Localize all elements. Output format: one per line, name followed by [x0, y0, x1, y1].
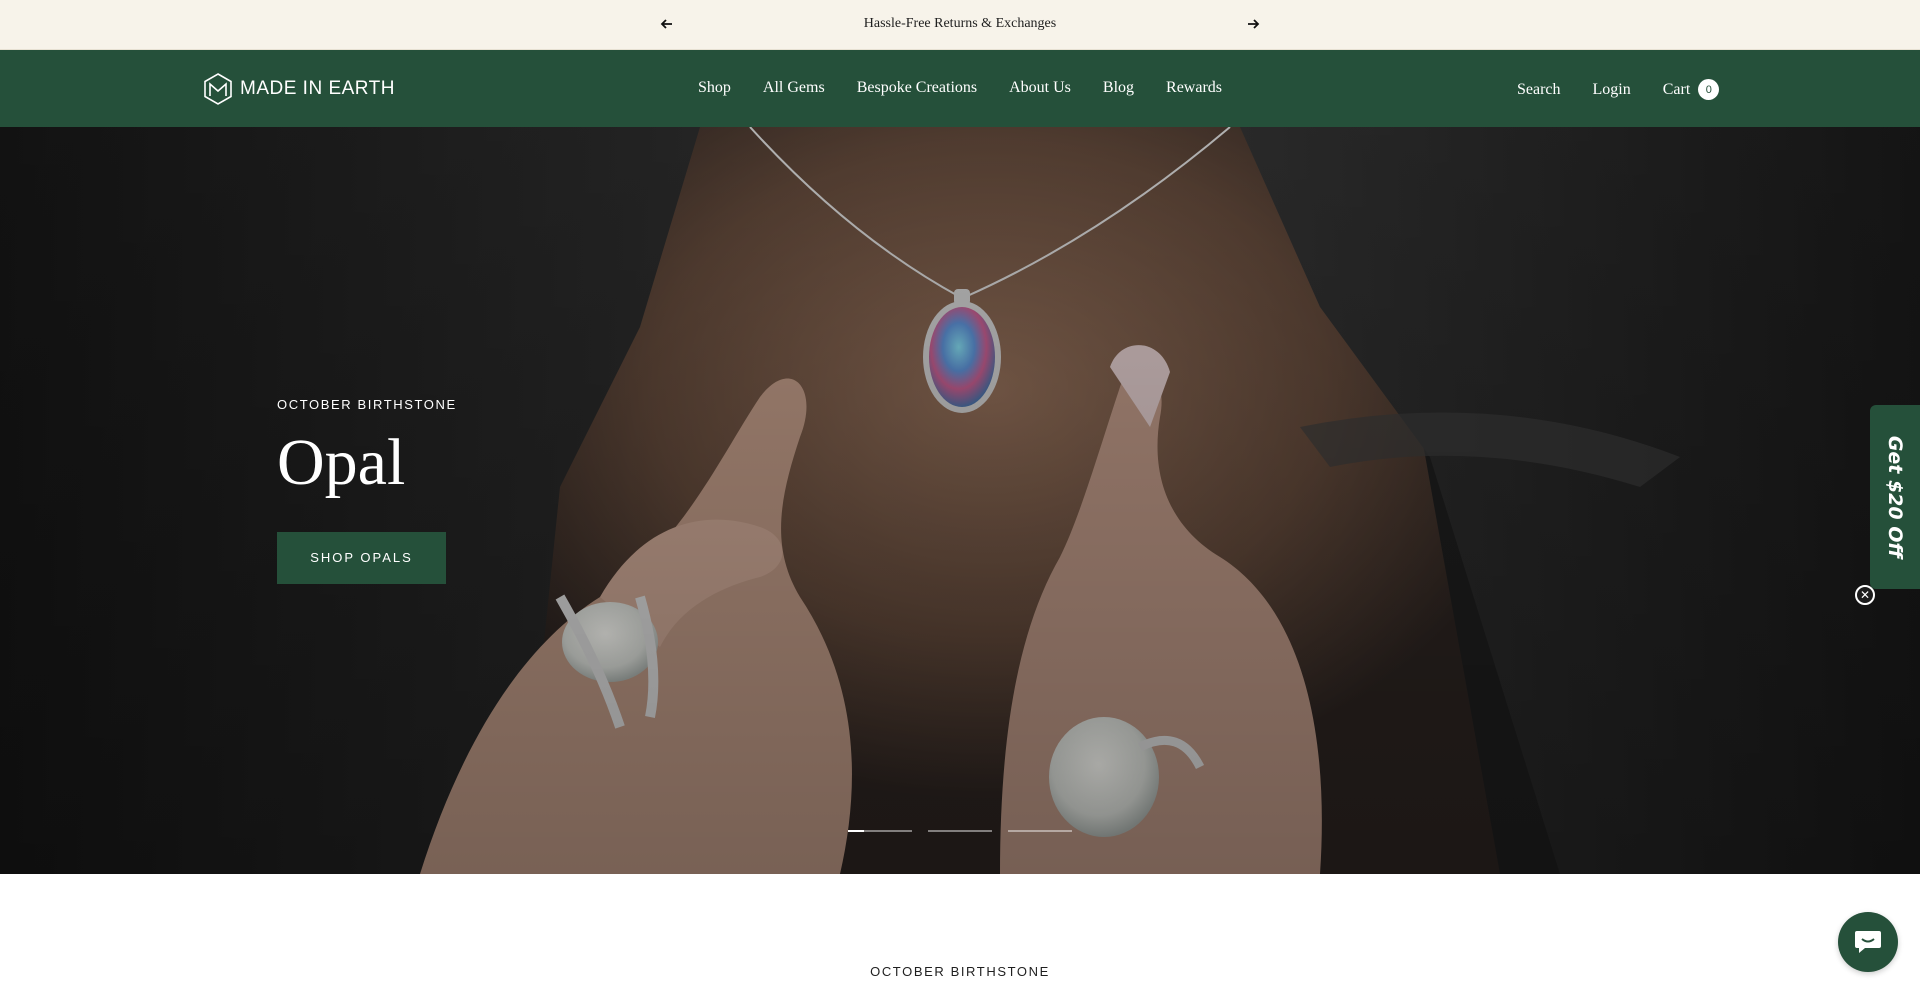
logo[interactable]: MADE IN EARTH — [204, 72, 395, 106]
cart-label: Cart — [1662, 80, 1691, 98]
section-eyebrow: OCTOBER BIRTHSTONE — [870, 964, 1050, 979]
header-actions: Search Login Cart 0 — [1517, 79, 1720, 100]
slide-indicator-1[interactable] — [848, 830, 912, 832]
close-icon[interactable]: ✕ — [1855, 585, 1875, 605]
cart-link[interactable]: Cart 0 — [1663, 79, 1720, 100]
hero-title: Opal — [277, 426, 406, 499]
nav-item-shop[interactable]: Shop — [698, 79, 731, 97]
arrow-left-icon[interactable] — [659, 16, 675, 32]
logo-mark-icon — [204, 73, 232, 105]
hero-slideshow: OCTOBER BIRTHSTONE Opal SHOP OPALS — [0, 127, 1920, 874]
hero-content: OCTOBER BIRTHSTONE Opal SHOP OPALS — [277, 397, 457, 584]
logo-text: MADE IN EARTH — [240, 78, 396, 99]
chat-button[interactable] — [1838, 912, 1898, 972]
search-link[interactable]: Search — [1517, 81, 1561, 99]
nav-item-about-us[interactable]: About Us — [1009, 79, 1071, 97]
nav-item-bespoke-creations[interactable]: Bespoke Creations — [857, 79, 977, 97]
slide-indicator-3[interactable] — [1008, 830, 1072, 832]
announcement-message: Hassle-Free Returns & Exchanges — [863, 16, 1057, 31]
main-nav: Shop All Gems Bespoke Creations About Us… — [698, 79, 1222, 97]
announcement-bar: Hassle-Free Returns & Exchanges — [0, 0, 1920, 50]
nav-item-all-gems[interactable]: All Gems — [763, 79, 825, 97]
hero-eyebrow: OCTOBER BIRTHSTONE — [277, 397, 457, 412]
chat-icon — [1855, 931, 1881, 953]
discount-tab[interactable]: Get $20 Off — [1870, 405, 1920, 589]
cart-count-badge: 0 — [1698, 79, 1720, 100]
discount-tab-label: Get $20 Off — [1884, 435, 1906, 559]
slide-indicator-2[interactable] — [928, 830, 992, 832]
shop-opals-button[interactable]: SHOP OPALS — [277, 532, 446, 584]
login-link[interactable]: Login — [1593, 81, 1631, 99]
site-header: MADE IN EARTH Shop All Gems Bespoke Crea… — [0, 50, 1920, 127]
nav-item-rewards[interactable]: Rewards — [1166, 79, 1222, 97]
slide-indicators — [848, 830, 1072, 832]
arrow-right-icon[interactable] — [1245, 16, 1261, 32]
nav-item-blog[interactable]: Blog — [1103, 79, 1134, 97]
